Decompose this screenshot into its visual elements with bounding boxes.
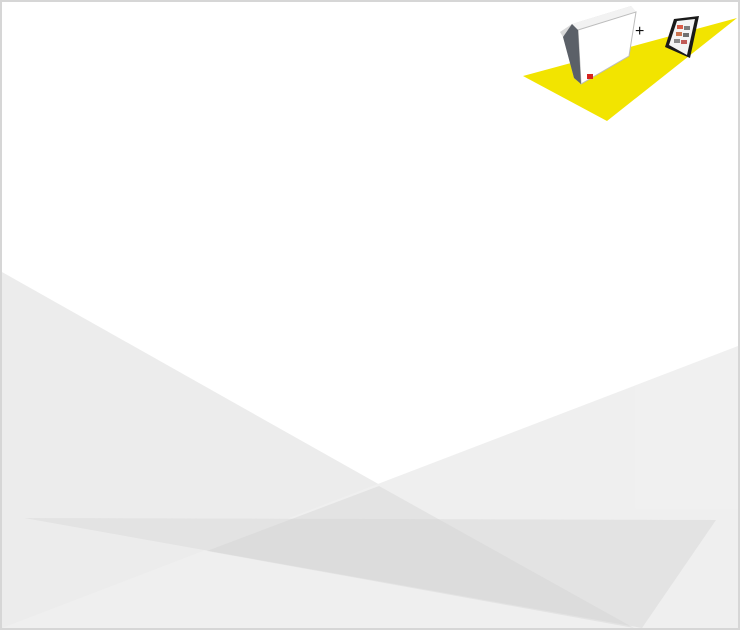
page-canvas: +	[0, 0, 740, 630]
product-promo-badge	[523, 6, 737, 121]
promo-plus-sign: +	[635, 23, 645, 40]
